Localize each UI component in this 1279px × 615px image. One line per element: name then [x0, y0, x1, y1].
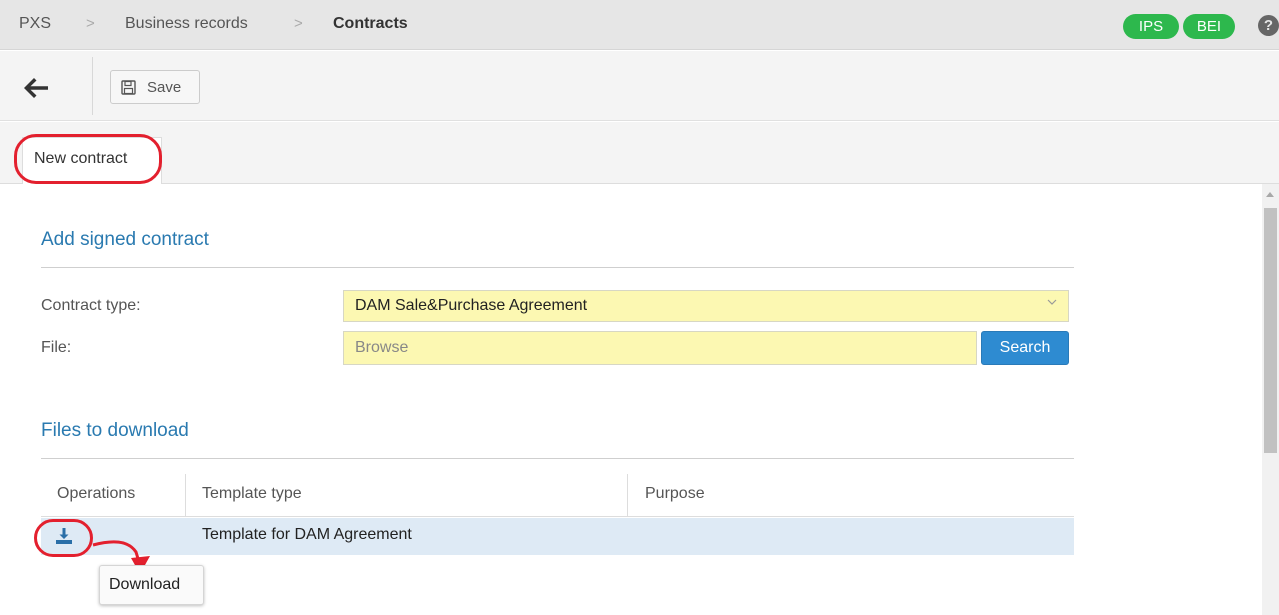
- chevron-down-icon: [1047, 299, 1057, 305]
- help-icon[interactable]: ?: [1258, 15, 1279, 36]
- toolbar: Save: [0, 51, 1279, 121]
- contract-type-label: Contract type:: [41, 297, 141, 314]
- template-type-cell: Template for DAM Agreement: [202, 526, 412, 543]
- toolbar-divider: [92, 57, 93, 115]
- column-divider: [185, 474, 186, 517]
- ips-badge[interactable]: IPS: [1123, 14, 1179, 39]
- tab-strip: New contract: [0, 122, 1279, 184]
- save-button-label: Save: [147, 79, 182, 96]
- contract-type-select[interactable]: DAM Sale&Purchase Agreement: [343, 290, 1069, 322]
- column-header-purpose[interactable]: Purpose: [645, 474, 705, 517]
- section-divider: [41, 267, 1074, 268]
- breadcrumb-separator: >: [86, 15, 95, 32]
- files-table-header: Operations Template type Purpose: [41, 474, 1074, 517]
- download-tooltip: Download: [99, 565, 204, 605]
- table-row[interactable]: Template for DAM Agreement: [41, 518, 1074, 555]
- floppy-disk-icon: [121, 80, 136, 95]
- breadcrumb-item-business-records[interactable]: Business records: [125, 15, 248, 33]
- bei-badge[interactable]: BEI: [1183, 14, 1235, 39]
- column-divider: [627, 474, 628, 517]
- scrollbar-thumb[interactable]: [1264, 208, 1277, 453]
- vertical-scrollbar[interactable]: [1262, 184, 1279, 615]
- file-browse-input[interactable]: Browse: [343, 331, 977, 365]
- download-icon[interactable]: [54, 526, 74, 546]
- file-label: File:: [41, 339, 72, 356]
- tab-new-contract[interactable]: New contract: [22, 137, 162, 184]
- back-button[interactable]: [20, 71, 60, 105]
- scroll-up-icon[interactable]: [1266, 192, 1274, 197]
- top-bar: PXS > Business records > Contracts IPS B…: [0, 0, 1279, 50]
- column-header-operations[interactable]: Operations: [57, 474, 135, 517]
- files-to-download-heading: Files to download: [41, 420, 189, 441]
- contract-type-value: DAM Sale&Purchase Agreement: [355, 297, 588, 314]
- column-header-template-type[interactable]: Template type: [202, 474, 302, 517]
- breadcrumb-item-contracts: Contracts: [333, 15, 408, 32]
- section-divider: [41, 458, 1074, 459]
- arrow-left-icon: [24, 78, 48, 98]
- add-signed-contract-heading: Add signed contract: [41, 229, 209, 250]
- breadcrumb-item-pxs[interactable]: PXS: [19, 15, 51, 33]
- save-button[interactable]: Save: [110, 70, 200, 104]
- search-button[interactable]: Search: [981, 331, 1069, 365]
- breadcrumb-separator: >: [294, 15, 303, 32]
